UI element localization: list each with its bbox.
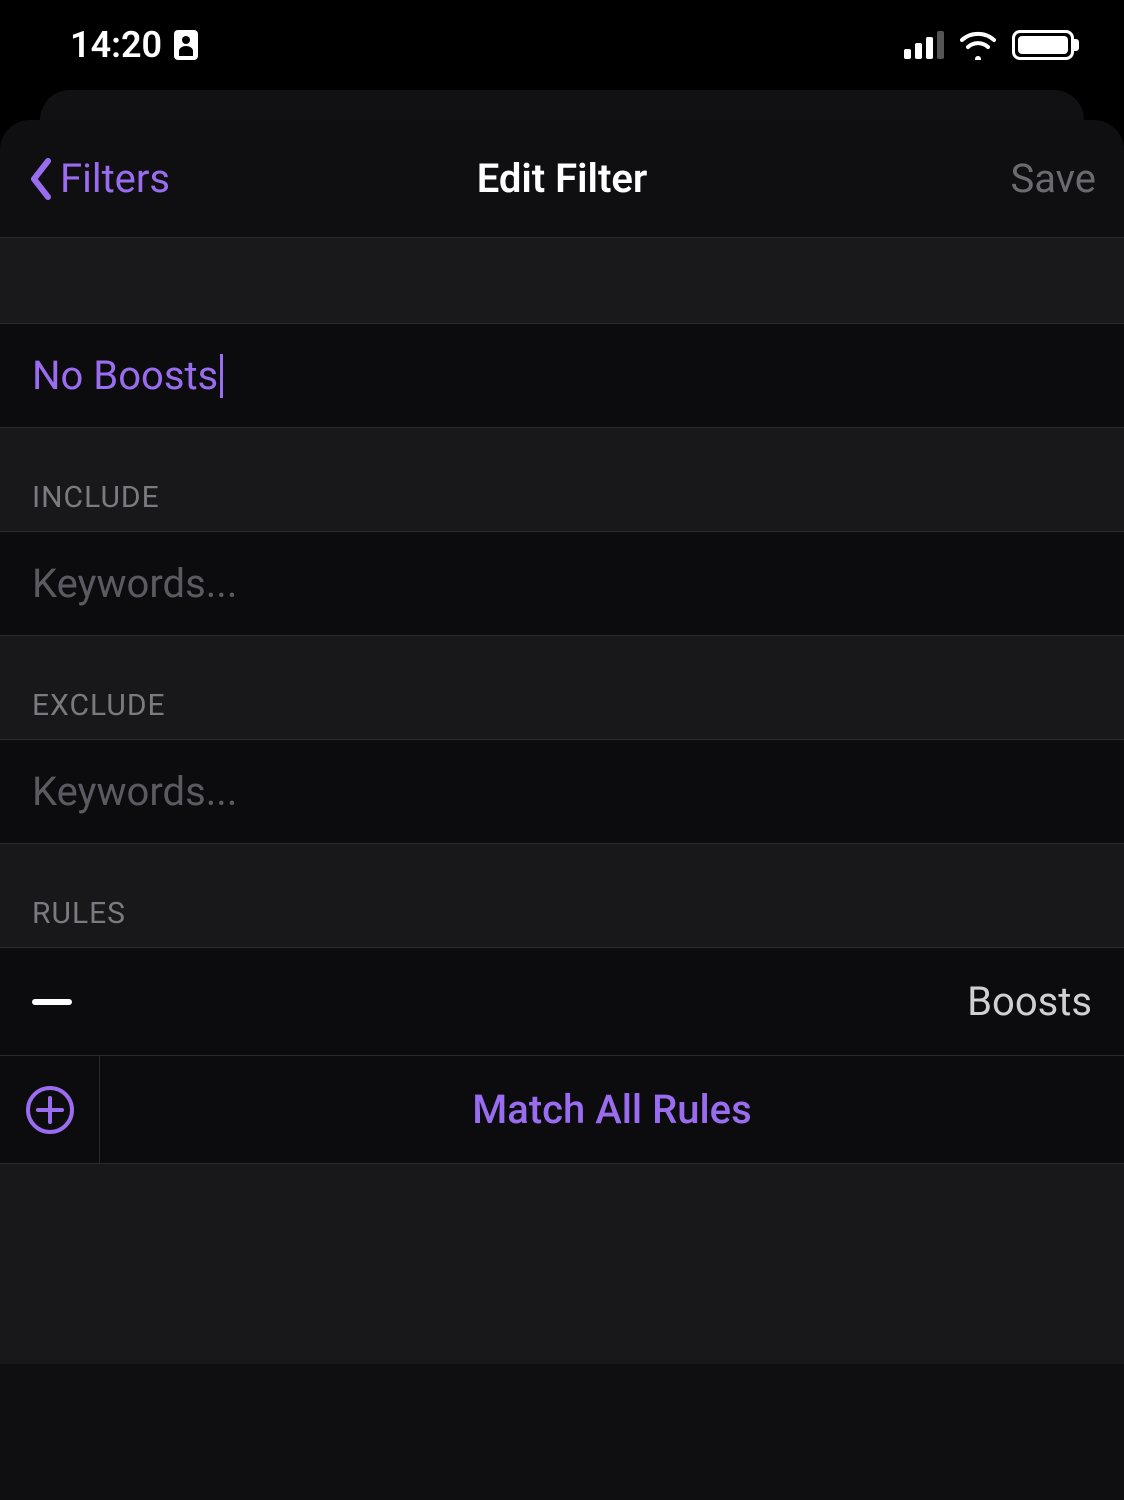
top-spacer [0, 238, 1124, 324]
match-all-rules-button[interactable]: Match All Rules [100, 1056, 1124, 1163]
exclude-header: EXCLUDE [32, 688, 1092, 723]
rule-row[interactable]: Boosts [0, 948, 1124, 1056]
status-left: 14:20 [70, 24, 198, 66]
bottom-spacer [0, 1164, 1124, 1364]
exclude-keywords-cell[interactable]: Keywords... [0, 740, 1124, 844]
back-label: Filters [60, 155, 170, 202]
rules-header: RULES [32, 896, 1092, 931]
battery-icon [1012, 30, 1074, 60]
filter-name-input[interactable]: No Boosts [32, 352, 218, 399]
id-badge-icon [174, 30, 198, 60]
include-header: INCLUDE [32, 480, 1092, 515]
back-button[interactable]: Filters [28, 155, 228, 202]
wifi-icon [958, 30, 998, 60]
exclude-keywords-placeholder: Keywords... [32, 768, 237, 815]
include-keywords-cell[interactable]: Keywords... [0, 532, 1124, 636]
rules-section-header-cell: RULES [0, 844, 1124, 948]
cellular-signal-icon [904, 31, 944, 59]
exclude-section-header-cell: EXCLUDE [0, 636, 1124, 740]
filter-name-cell[interactable]: No Boosts [0, 324, 1124, 428]
text-cursor [220, 354, 223, 398]
match-row: Match All Rules [0, 1056, 1124, 1164]
include-section-header-cell: INCLUDE [0, 428, 1124, 532]
page-title: Edit Filter [228, 155, 896, 202]
minus-icon [32, 999, 72, 1005]
include-keywords-placeholder: Keywords... [32, 560, 237, 607]
add-rule-button[interactable] [0, 1056, 100, 1163]
chevron-left-icon [28, 157, 54, 201]
status-time: 14:20 [70, 24, 162, 66]
edit-filter-sheet: Filters Edit Filter Save No Boosts INCLU… [0, 120, 1124, 1500]
rule-label: Boosts [967, 978, 1092, 1025]
status-right [904, 30, 1074, 60]
navbar: Filters Edit Filter Save [0, 120, 1124, 238]
plus-circle-icon [25, 1085, 75, 1135]
save-button[interactable]: Save [896, 155, 1096, 202]
status-bar: 14:20 [0, 0, 1124, 90]
